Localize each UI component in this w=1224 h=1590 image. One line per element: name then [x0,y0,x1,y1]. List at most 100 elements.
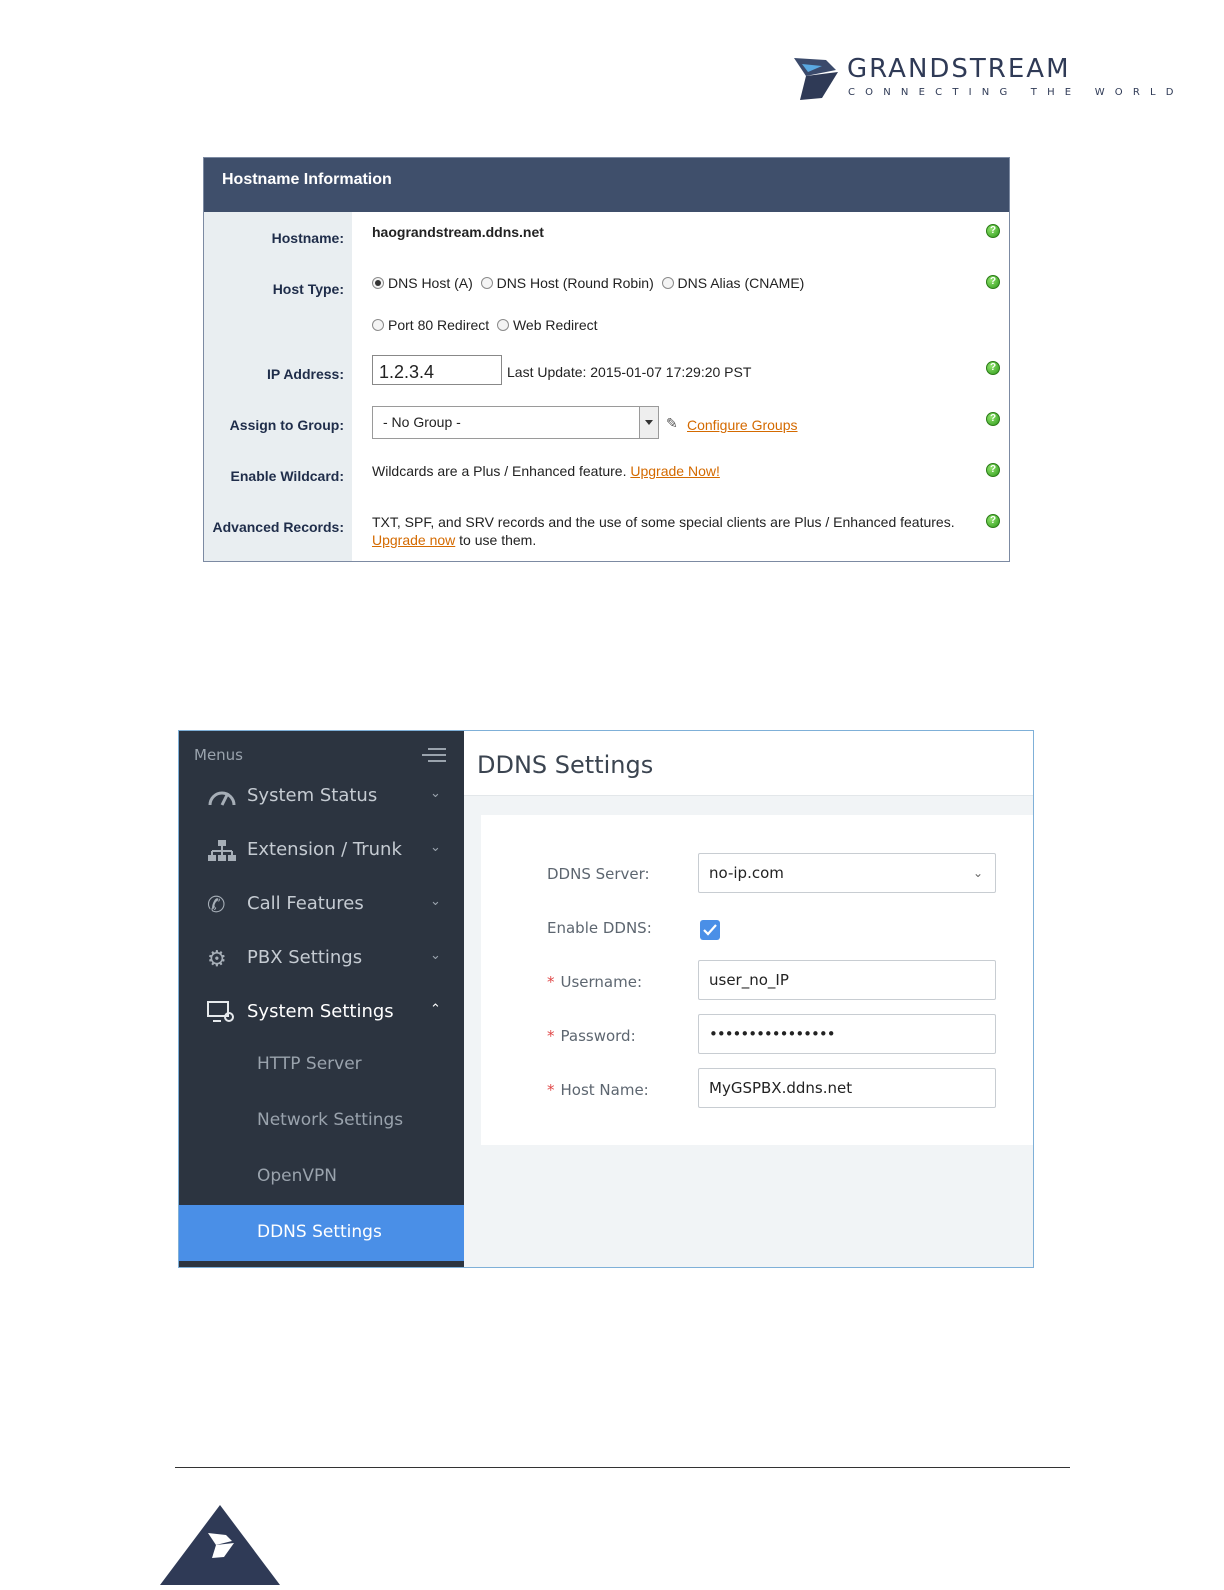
sidebar-subitem-http-server[interactable]: HTTP Server [179,1037,464,1093]
footer-rule [175,1467,1070,1468]
advanced-records-label: Advanced Records: [212,519,344,535]
enable-ddns-checkbox[interactable] [700,920,720,940]
panel-title: Hostname Information [204,158,1009,212]
configure-groups-link[interactable]: Configure Groups [687,417,798,433]
radio-icon [372,319,384,331]
radio-icon [480,277,493,289]
sidebar-item-label: Extension / Trunk [247,839,402,860]
group-select[interactable]: - No Group - [372,406,659,439]
help-icon[interactable]: ? [986,412,1000,426]
ddns-form: DDNS Server: no-ip.com ⌄ Enable DDNS: * U… [481,815,1033,1145]
sidebar-subitem-label: Network Settings [257,1110,404,1130]
checkmark-icon [703,924,717,936]
chevron-down-icon: ⌄ [430,947,441,962]
wildcard-text-row: Wildcards are a Plus / Enhanced feature.… [372,463,720,479]
password-input[interactable]: •••••••••••••••• [698,1014,996,1054]
grandstream-logo: GRANDSTREAM CONNECTING THE WORLD [792,52,1173,104]
enable-ddns-label: Enable DDNS: [547,919,652,937]
sidebar-item-extension-trunk[interactable]: Extension / Trunk ⌄ [179,825,464,879]
sidebar-header: Menus [194,746,243,764]
page-title: DDNS Settings [477,751,654,779]
ddns-settings-window: Menus System Status ⌄ Extension / Trunk … [178,730,1034,1268]
upgrade-now-link[interactable]: Upgrade Now! [630,463,720,479]
ddns-server-label: DDNS Server: [547,865,650,883]
advanced-records-suffix: to use them. [459,532,537,548]
sidebar-item-call-features[interactable]: ✆ Call Features ⌄ [179,879,464,933]
ddns-server-value: no-ip.com [709,864,784,882]
required-mark: * [547,1081,555,1099]
radio-icon [496,319,509,331]
radio-checked-icon [372,277,384,289]
sidebar-subitem-ddns-settings[interactable]: DDNS Settings [179,1205,464,1261]
brand-tagline: CONNECTING THE WORLD [848,87,1184,98]
grandstream-mark-icon [794,58,838,100]
username-label: * Username: [547,973,643,991]
radio-dns-host-round-robin[interactable]: DNS Host (Round Robin) [480,275,654,291]
phone-icon: ✆ [207,892,226,917]
sidebar-subitem-label: HTTP Server [257,1054,362,1074]
last-update-text: Last Update: 2015-01-07 17:29:20 PST [507,364,752,380]
advanced-records-line2: Upgrade now to use them. [372,532,536,548]
chevron-down-icon: ⌄ [430,839,441,854]
brand-name: GRANDSTREAM [847,54,1071,84]
group-select-value: - No Group - [383,414,461,430]
chevron-down-icon: ⌄ [430,785,441,800]
page-header: DDNS Settings [464,731,1033,796]
hostname-information-panel: Hostname Information Hostname: haogrands… [203,157,1010,562]
hostname-label: Hostname: [271,230,344,246]
username-input[interactable]: user_no_IP [698,960,996,1000]
host-type-radio-group-row2: Port 80 Redirect Web Redirect [372,317,598,333]
configure-groups-link-wrap: Configure Groups [687,417,798,433]
sidebar-subitem-label: DDNS Settings [257,1222,382,1242]
gear-icon: ⚙ [207,946,227,971]
chevron-down-icon: ⌄ [972,866,983,880]
help-icon[interactable]: ? [986,224,1000,238]
radio-port80-redirect[interactable]: Port 80 Redirect [372,317,489,333]
help-icon[interactable]: ? [986,463,1000,477]
sidebar-item-system-settings[interactable]: System Settings ⌃ [179,987,464,1041]
sidebar-subitem-label: OpenVPN [257,1166,338,1186]
ip-address-input[interactable]: 1.2.3.4 [372,355,502,385]
gauge-icon [207,785,237,809]
host-type-radio-group-row1: DNS Host (A) DNS Host (Round Robin) DNS … [372,275,804,291]
radio-icon [661,277,674,289]
host-name-label: * Host Name: [547,1081,649,1099]
sidebar-item-label: System Status [247,785,378,806]
sidebar-item-pbx-settings[interactable]: ⚙ PBX Settings ⌄ [179,933,464,987]
footer-logo [160,1505,280,1590]
sidebar: Menus System Status ⌄ Extension / Trunk … [179,731,464,1267]
chevron-down-icon: ⌄ [430,893,441,908]
sidebar-item-label: Call Features [247,893,364,914]
hostname-value: haograndstream.ddns.net [372,224,544,240]
advanced-records-text: TXT, SPF, and SRV records and the use of… [372,514,955,530]
menu-collapse-icon[interactable] [422,748,446,764]
wildcard-text: Wildcards are a Plus / Enhanced feature. [372,463,627,479]
host-name-input[interactable]: MyGSPBX.ddns.net [698,1068,996,1108]
required-mark: * [547,973,555,991]
label-column [204,212,352,561]
radio-dns-alias-cname[interactable]: DNS Alias (CNAME) [661,275,804,291]
help-icon[interactable]: ? [986,275,1000,289]
ip-address-label: IP Address: [266,366,344,382]
sidebar-subitem-network-settings[interactable]: Network Settings [179,1093,464,1149]
wildcard-label: Enable Wildcard: [230,468,344,484]
help-icon[interactable]: ? [986,361,1000,375]
radio-web-redirect[interactable]: Web Redirect [496,317,598,333]
password-label: * Password: [547,1027,636,1045]
grandstream-triangle-logo-icon [160,1505,280,1585]
sidebar-item-system-status[interactable]: System Status ⌄ [179,771,464,825]
edit-icon: ✎ [666,415,678,431]
upgrade-now-link-2[interactable]: Upgrade now [372,532,455,548]
help-icon[interactable]: ? [986,514,1000,528]
host-type-label: Host Type: [272,281,344,297]
radio-dns-host-a[interactable]: DNS Host (A) [372,275,473,291]
required-mark: * [547,1027,555,1045]
dropdown-arrow-icon[interactable] [639,407,658,438]
monitor-gear-icon [207,1001,237,1025]
ddns-server-select[interactable]: no-ip.com ⌄ [698,853,996,893]
main-pane: DDNS Settings DDNS Server: no-ip.com ⌄ E… [464,731,1033,1267]
sidebar-subitem-openvpn[interactable]: OpenVPN [179,1149,464,1205]
assign-group-label: Assign to Group: [229,417,344,433]
sidebar-item-label: PBX Settings [247,947,363,968]
chevron-up-icon: ⌃ [430,1001,441,1016]
